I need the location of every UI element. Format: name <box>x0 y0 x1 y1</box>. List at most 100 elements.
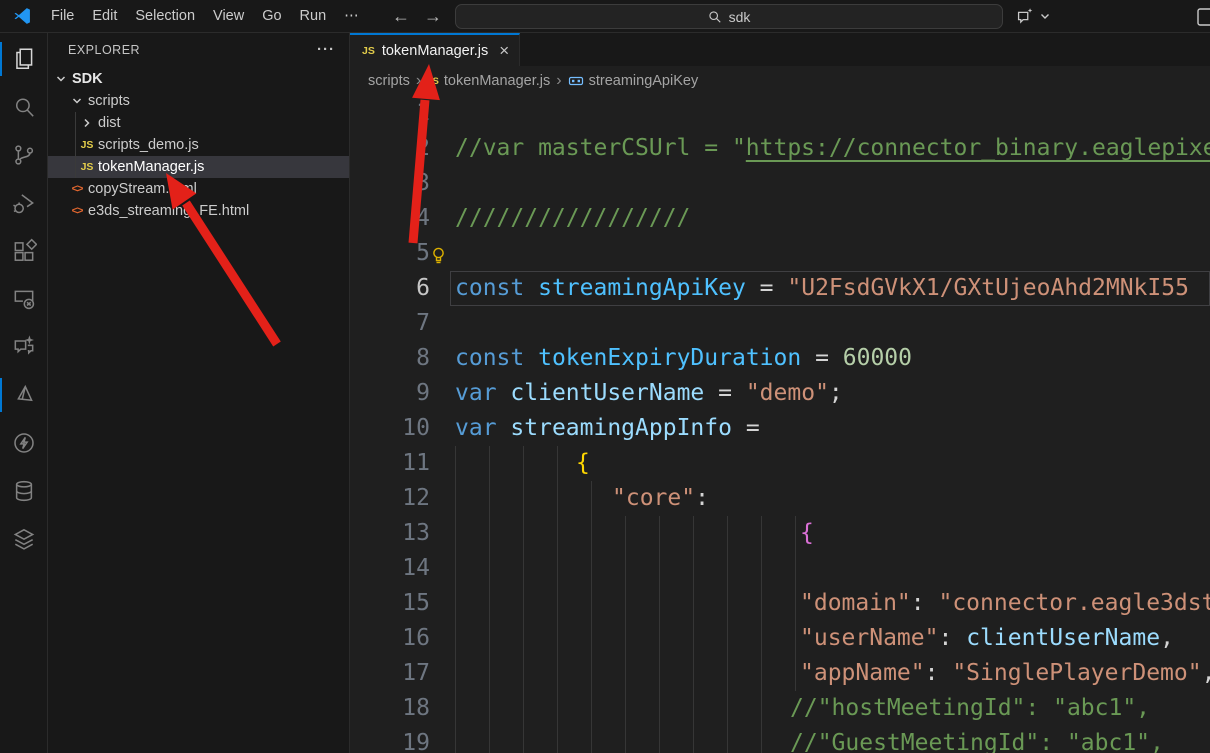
menu-view[interactable]: View <box>204 4 253 28</box>
explorer-more-actions[interactable]: ··· <box>317 41 335 58</box>
line-number: 12 <box>350 481 455 516</box>
tree-item-copyStream.html[interactable]: <>copyStream.html <box>48 178 349 200</box>
tree-item-scripts_demo.js[interactable]: JSscripts_demo.js <box>48 134 349 156</box>
nav-back-icon[interactable]: ← <box>392 6 410 27</box>
line-number: 2 <box>350 131 455 166</box>
line-number: 7 <box>350 306 455 341</box>
code-line-9: 9var clientUserName = "demo"; <box>350 376 1210 411</box>
nav-forward-icon[interactable]: → <box>424 6 442 27</box>
line-number: 17 <box>350 656 455 691</box>
line-number: 6 <box>350 271 455 306</box>
code-line-16: 16"userName": clientUserName, <box>350 621 1210 656</box>
code-line-17: 17"appName": "SinglePlayerDemo", <box>350 656 1210 691</box>
menu-selection[interactable]: Selection <box>126 4 204 28</box>
breadcrumb-separator: › <box>556 72 561 90</box>
search-query-text: sdk <box>729 9 751 25</box>
thunder-client-icon <box>11 430 37 456</box>
tab-label: tokenManager.js <box>382 43 488 59</box>
tree-item-dist[interactable]: dist <box>48 112 349 134</box>
menu-edit[interactable]: Edit <box>83 4 126 28</box>
code-line-5: 5 <box>350 236 1210 271</box>
breadcrumb-scripts[interactable]: scripts <box>368 73 410 89</box>
html-icon: <> <box>68 183 86 195</box>
menu-run[interactable]: Run <box>291 4 336 28</box>
indent-guides <box>455 586 800 621</box>
line-number: 19 <box>350 726 455 753</box>
tree-item-label: e3ds_streaming_FE.html <box>88 203 249 219</box>
tree-item-label: dist <box>98 115 121 131</box>
activity-source-control[interactable] <box>0 131 48 179</box>
files-icon <box>11 46 37 72</box>
line-number: 10 <box>350 411 455 446</box>
code-line-11: 11{ <box>350 446 1210 481</box>
breadcrumb-file[interactable]: JS tokenManager.js <box>427 73 550 89</box>
code-line-7: 7 <box>350 306 1210 341</box>
line-number: 4 <box>350 201 455 236</box>
tree-item-SDK[interactable]: SDK <box>48 68 349 90</box>
activity-copilot-chat[interactable] <box>0 323 48 371</box>
explorer-title: EXPLORER <box>68 43 140 57</box>
line-number: 15 <box>350 586 455 621</box>
layers-icon <box>11 526 37 552</box>
activity-layers[interactable] <box>0 515 48 563</box>
title-bar: File Edit Selection View Go Run ⋯ ← → sd… <box>0 0 1210 33</box>
menu-more[interactable]: ⋯ <box>335 4 368 28</box>
line-number: 16 <box>350 621 455 656</box>
code-line-12: 12"core": <box>350 481 1210 516</box>
run-debug-icon <box>11 190 37 216</box>
js-icon: JS <box>427 76 439 87</box>
tree-item-tokenManager.js[interactable]: JStokenManager.js <box>48 156 349 178</box>
breadcrumb: scripts › JS tokenManager.js › streaming… <box>350 66 1210 96</box>
code-line-10: 10var streamingAppInfo = <box>350 411 1210 446</box>
activity-database[interactable] <box>0 467 48 515</box>
chevron-down-icon[interactable] <box>1039 10 1051 22</box>
command-center-search[interactable]: sdk <box>455 4 1003 29</box>
indent-guides <box>455 551 800 586</box>
layout-panel-icon[interactable] <box>1197 8 1210 26</box>
code-area[interactable]: 12//var masterCSUrl = "https://connector… <box>350 96 1210 753</box>
html-icon: <> <box>68 205 86 217</box>
search-icon <box>11 94 37 120</box>
activity-thunder-client[interactable] <box>0 419 48 467</box>
tree-item-scripts[interactable]: scripts <box>48 90 349 112</box>
tab-tokenmanager[interactable]: JS tokenManager.js × <box>350 33 520 66</box>
tab-bar: JS tokenManager.js × <box>350 33 1210 66</box>
database-icon <box>11 478 37 504</box>
line-number: 18 <box>350 691 455 726</box>
indent-guides <box>455 481 612 516</box>
line-number: 3 <box>350 166 455 201</box>
activity-prism-extension[interactable] <box>0 371 48 419</box>
code-line-3: 3 <box>350 166 1210 201</box>
code-line-2: 2//var masterCSUrl = "https://connector_… <box>350 131 1210 166</box>
tree-item-e3ds_streaming_FE.html[interactable]: <>e3ds_streaming_FE.html <box>48 200 349 222</box>
tree-indent-guide <box>75 112 76 178</box>
tree-item-label: copyStream.html <box>88 181 197 197</box>
code-line-19: 19//"GuestMeetingId": "abc1", <box>350 726 1210 753</box>
code-line-18: 18//"hostMeetingId": "abc1", <box>350 691 1210 726</box>
code-line-8: 8const tokenExpiryDuration = 60000 <box>350 341 1210 376</box>
activity-extensions[interactable] <box>0 227 48 275</box>
vscode-window: File Edit Selection View Go Run ⋯ ← → sd… <box>0 0 1210 753</box>
code-line-14: 14 <box>350 551 1210 586</box>
editor-group: JS tokenManager.js × scripts › JS tokenM… <box>350 33 1210 753</box>
line-number: 1 <box>350 96 455 131</box>
chevron-down-icon <box>52 72 70 86</box>
breadcrumb-symbol[interactable]: streamingApiKey <box>568 73 699 89</box>
indent-guides <box>455 516 800 551</box>
code-line-15: 15"domain": "connector.eagle3dst <box>350 586 1210 621</box>
activity-run-debug[interactable] <box>0 179 48 227</box>
extensions-icon <box>11 238 37 264</box>
activity-remote-explorer[interactable] <box>0 275 48 323</box>
copilot-chat-icon[interactable] <box>1014 5 1036 27</box>
explorer-sidebar: EXPLORER ··· SDKscripts dist JSscripts_dem… <box>48 33 350 753</box>
activity-explorer[interactable] <box>0 35 48 83</box>
menu-go[interactable]: Go <box>253 4 290 28</box>
indent-guides <box>455 621 800 656</box>
line-number: 9 <box>350 376 455 411</box>
menu-file[interactable]: File <box>42 4 83 28</box>
activity-search[interactable] <box>0 83 48 131</box>
indent-guides <box>455 656 800 691</box>
indent-guides <box>455 726 790 753</box>
prism-icon <box>11 382 37 408</box>
tab-close-icon[interactable]: × <box>499 41 509 61</box>
